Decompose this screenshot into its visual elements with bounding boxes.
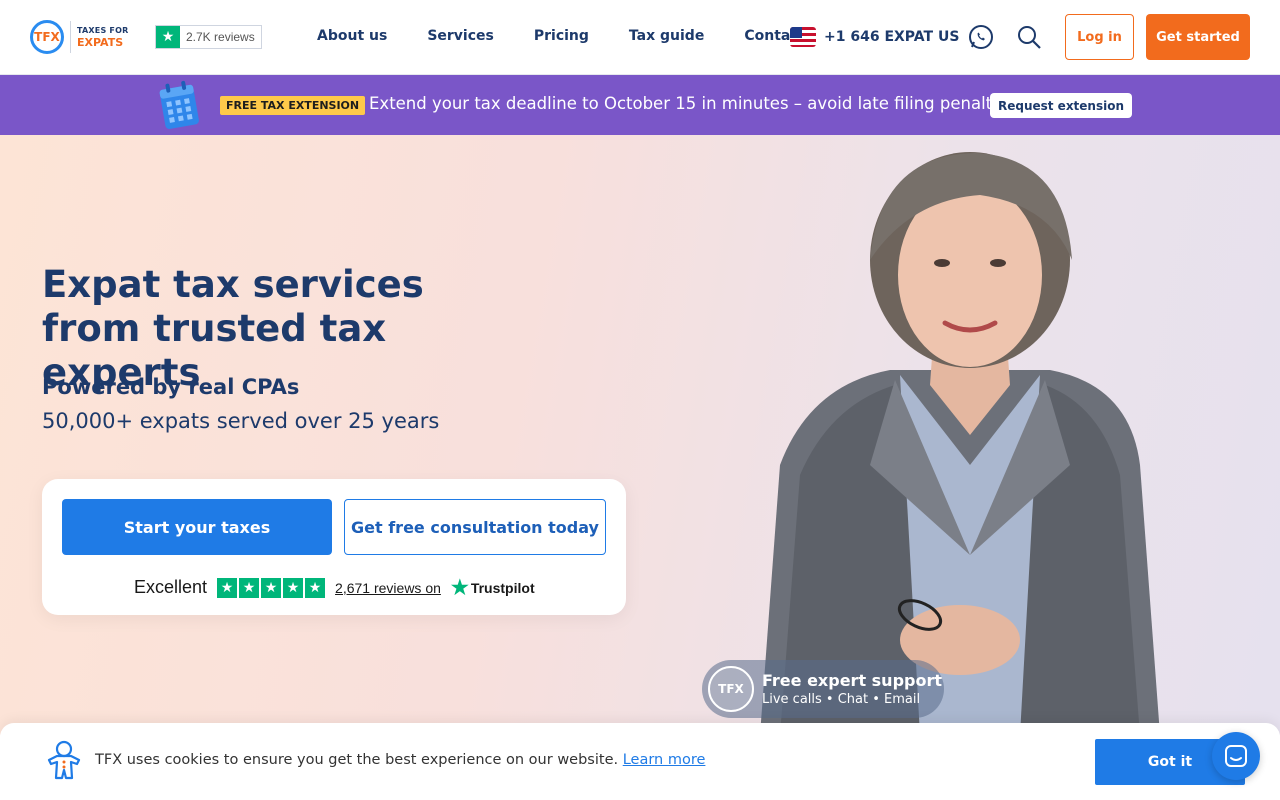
- logo-line2: EXPATS: [77, 35, 124, 49]
- cookie-banner: TFX uses cookies to ensure you get the b…: [0, 723, 1280, 800]
- whatsapp-icon[interactable]: [966, 22, 996, 52]
- promo-banner: FREE TAX EXTENSION Extend your tax deadl…: [0, 75, 1280, 135]
- expert-support-badge[interactable]: TFX Free expert support Live calls • Cha…: [702, 660, 944, 718]
- logo-divider: [70, 21, 71, 53]
- cookie-text: TFX uses cookies to ensure you get the b…: [95, 752, 619, 768]
- nav-about[interactable]: About us: [317, 28, 387, 44]
- nav-services[interactable]: Services: [427, 28, 494, 44]
- request-extension-button[interactable]: Request extension: [990, 93, 1132, 118]
- trustpilot-brand: Trustpilot: [470, 579, 535, 596]
- star-icon: ★: [239, 577, 260, 598]
- support-title: Free expert support: [762, 671, 943, 690]
- reviews-badge-label: 2.7K reviews: [186, 30, 255, 44]
- rating-stars: ★ ★ ★ ★ ★: [217, 577, 326, 598]
- star-icon: ★: [283, 577, 304, 598]
- us-flag-icon: [790, 27, 816, 47]
- star-icon: ★: [217, 577, 238, 598]
- login-button[interactable]: Log in: [1065, 14, 1134, 60]
- support-text: Free expert support Live calls • Chat • …: [762, 671, 942, 707]
- cta-card: Start your taxes Get free consultation t…: [42, 479, 626, 615]
- calendar-icon: [156, 78, 202, 132]
- expert-portrait-image: [760, 152, 1160, 735]
- trust-rating: Excellent: [134, 577, 208, 597]
- hero-subtitle: 50,000+ expats served over 25 years: [42, 409, 440, 433]
- learn-more-link[interactable]: Learn more: [623, 752, 706, 768]
- trustpilot-row: Excellent ★ ★ ★ ★ ★ 2,671 reviews on ★ T…: [134, 575, 535, 600]
- support-logo: TFX: [708, 666, 754, 712]
- trustpilot-star-icon: ★: [156, 26, 180, 48]
- gingerbread-cookie-icon: [46, 740, 82, 782]
- nav-pricing[interactable]: Pricing: [534, 28, 589, 44]
- free-consultation-button[interactable]: Get free consultation today: [344, 499, 606, 555]
- logo-line1: TAXES FOR: [77, 25, 129, 35]
- nav-tax-guide[interactable]: Tax guide: [629, 28, 704, 44]
- reviews-link[interactable]: 2,671 reviews on: [335, 580, 441, 596]
- phone-number: +1 646 EXPAT US: [824, 29, 960, 45]
- get-started-button[interactable]: Get started: [1146, 14, 1250, 60]
- phone-link[interactable]: +1 646 EXPAT US: [790, 27, 959, 47]
- main-nav: About us Services Pricing Tax guide Cont…: [317, 28, 805, 44]
- logo-mark: TFX: [30, 20, 64, 54]
- start-taxes-button[interactable]: Start your taxes: [62, 499, 332, 555]
- trustpilot-star-icon: ★: [450, 577, 469, 599]
- trustpilot-logo[interactable]: ★ Trustpilot: [451, 575, 535, 600]
- search-icon[interactable]: [1014, 22, 1044, 52]
- promo-text: Extend your tax deadline to October 15 i…: [369, 94, 1021, 113]
- site-header: TFX TAXES FOR EXPATS ★ 2.7K reviews Abou…: [0, 0, 1280, 75]
- star-icon: ★: [305, 577, 326, 598]
- hero-section: Expat tax services from trusted tax expe…: [0, 135, 1280, 735]
- promo-tag: FREE TAX EXTENSION: [220, 96, 366, 115]
- chat-launcher-icon[interactable]: [1212, 732, 1260, 780]
- logo-text: TAXES FOR EXPATS: [77, 25, 129, 49]
- support-subtitle: Live calls • Chat • Email: [762, 692, 921, 707]
- cookie-message: TFX uses cookies to ensure you get the b…: [95, 752, 705, 768]
- star-icon: ★: [261, 577, 282, 598]
- hero-subtitle-bold: Powered by real CPAs: [42, 375, 300, 399]
- reviews-badge[interactable]: ★ 2.7K reviews: [155, 25, 262, 49]
- logo[interactable]: TFX TAXES FOR EXPATS: [30, 20, 128, 54]
